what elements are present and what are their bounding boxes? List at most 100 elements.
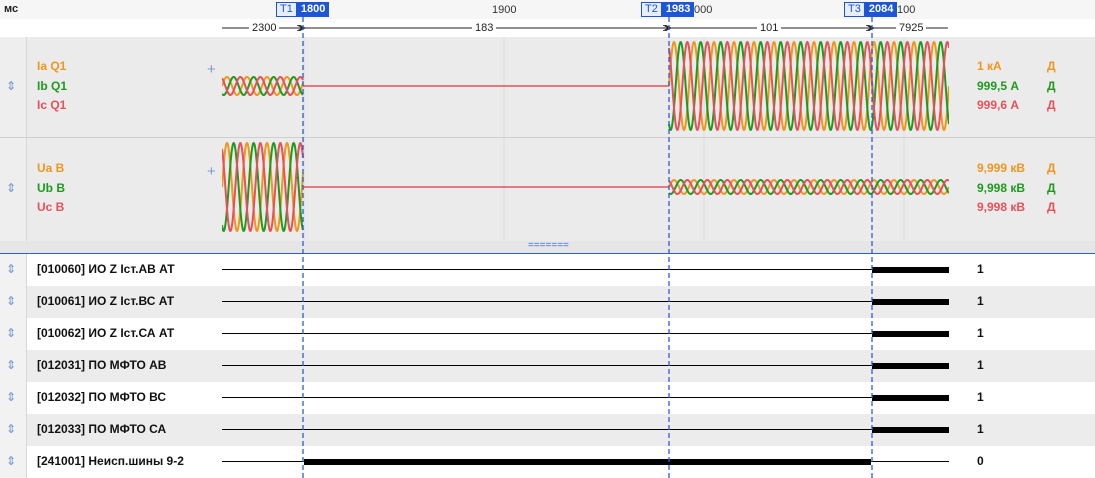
- digital-label: [010062] ИО Z Iст.СА АТ: [37, 326, 175, 340]
- channel-value: 9,998 кВ: [977, 200, 1026, 214]
- cursor-name: T2: [641, 2, 662, 17]
- channel-values: 1 кА 999,5 А 999,6 А: [977, 57, 1019, 116]
- digital-value: 1: [977, 326, 984, 340]
- expand-collapse-icon[interactable]: ⇕: [6, 326, 16, 340]
- cursor-name: T1: [276, 2, 297, 17]
- digital-value: 1: [977, 390, 984, 404]
- signal-baseline: [222, 397, 949, 398]
- expand-collapse-icon[interactable]: ⇕: [6, 294, 16, 308]
- panel-splitter[interactable]: =======: [0, 240, 1095, 255]
- time-ruler: мс 1900 000 100 T1 1800 T2 1983 T3 2084: [0, 0, 1095, 20]
- splitter-grip: =======: [528, 240, 569, 251]
- signal-baseline: [222, 333, 949, 334]
- interval-label: 7925: [896, 22, 927, 34]
- channel-flag: Д: [1047, 180, 1056, 195]
- row-handle[interactable]: ⇕: [0, 254, 27, 286]
- digital-label: [010061] ИО Z Iст.ВС АТ: [37, 294, 175, 308]
- digital-value: 1: [977, 294, 984, 308]
- waveform-plot-voltages[interactable]: [222, 138, 949, 241]
- digital-label: [010060] ИО Z Iст.АВ АТ: [37, 262, 175, 276]
- expand-collapse-icon[interactable]: ⇕: [6, 79, 16, 93]
- digital-label: [241001] Неисп.шины 9-2: [37, 454, 184, 468]
- digital-row[interactable]: ⇕ [010061] ИО Z Iст.ВС АТ 1: [0, 286, 1095, 319]
- channel-name: Ua B: [37, 161, 65, 175]
- row-handle[interactable]: ⇕: [0, 350, 27, 382]
- digital-label: [012032] ПО МФТО ВС: [37, 390, 167, 404]
- expand-collapse-icon[interactable]: ⇕: [6, 422, 16, 436]
- interval-label: 183: [472, 22, 497, 34]
- channel-names: Ua B Ub B Uc B: [37, 159, 65, 218]
- signal-baseline: [222, 301, 949, 302]
- plus-icon[interactable]: +: [207, 61, 216, 78]
- channel-names: Ia Q1 Ib Q1 Ic Q1: [37, 57, 67, 116]
- analog-panel-voltages: ⇕ Ua B Ub B Uc B + 9,999 кВ 9,998 кВ 9,9…: [0, 138, 1095, 242]
- signal-active-segment: [304, 459, 871, 465]
- signal-baseline: [222, 429, 949, 430]
- digital-row[interactable]: ⇕ [012031] ПО МФТО АВ 1: [0, 350, 1095, 383]
- cursor-value: 1983: [661, 2, 695, 17]
- expand-collapse-icon[interactable]: ⇕: [6, 181, 16, 195]
- channel-flag: Д: [1047, 78, 1056, 93]
- panel-handle[interactable]: ⇕: [0, 37, 27, 137]
- signal-baseline: [222, 269, 949, 270]
- digital-value: 1: [977, 422, 984, 436]
- time-unit: мс: [4, 3, 19, 15]
- row-handle[interactable]: ⇕: [0, 318, 27, 350]
- cursor-value: 1800: [296, 2, 330, 17]
- waveform-plot-currents[interactable]: [222, 37, 949, 137]
- panel-handle[interactable]: ⇕: [0, 138, 27, 241]
- signal-active-segment: [872, 267, 949, 273]
- interval-label: 101: [757, 22, 782, 34]
- row-handle[interactable]: ⇕: [0, 382, 27, 414]
- cursor-t2-label[interactable]: T2 1983: [641, 2, 695, 17]
- cursor-t3-label[interactable]: T3 2084: [844, 2, 898, 17]
- interval-arrows: [222, 19, 948, 37]
- digital-label: [012033] ПО МФТО СА: [37, 422, 167, 436]
- signal-active-segment: [872, 395, 949, 401]
- tick-label: 000: [694, 4, 713, 16]
- channel-flags: Д Д Д: [1047, 159, 1056, 218]
- channel-name: Ub B: [37, 180, 65, 195]
- digital-row[interactable]: ⇕ [012033] ПО МФТО СА 1: [0, 414, 1095, 447]
- cursor-value: 2084: [864, 2, 898, 17]
- tick-label: 100: [897, 4, 916, 16]
- cursor-name: T3: [844, 2, 865, 17]
- digital-row[interactable]: ⇕ [010062] ИО Z Iст.СА АТ 1: [0, 318, 1095, 351]
- cursor-t1-label[interactable]: T1 1800: [276, 2, 330, 17]
- expand-collapse-icon[interactable]: ⇕: [6, 262, 16, 276]
- channel-name: Ib Q1: [37, 78, 68, 93]
- channel-name: Ic Q1: [37, 98, 67, 112]
- digital-row[interactable]: ⇕ [012032] ПО МФТО ВС 1: [0, 382, 1095, 415]
- channel-flag: Д: [1047, 161, 1056, 175]
- channel-value: 999,5 А: [977, 78, 1020, 93]
- channel-flag: Д: [1047, 200, 1056, 214]
- channel-value: 999,6 А: [977, 98, 1020, 112]
- channel-values: 9,999 кВ 9,998 кВ 9,998 кВ: [977, 159, 1025, 218]
- row-handle[interactable]: ⇕: [0, 446, 27, 478]
- channel-flag: Д: [1047, 98, 1056, 112]
- channel-value: 9,999 кВ: [977, 161, 1026, 175]
- signal-active-segment: [872, 427, 949, 433]
- signal-active-segment: [872, 363, 949, 369]
- digital-value: 1: [977, 358, 984, 372]
- digital-row[interactable]: ⇕ [241001] Неисп.шины 9-2 0: [0, 446, 1095, 478]
- analog-panel-currents: ⇕ Ia Q1 Ib Q1 Ic Q1 + 1 кА 999,5 А 999,6…: [0, 37, 1095, 138]
- digital-label: [012031] ПО МФТО АВ: [37, 358, 167, 372]
- channel-flag: Д: [1047, 59, 1056, 73]
- expand-collapse-icon[interactable]: ⇕: [6, 390, 16, 404]
- row-handle[interactable]: ⇕: [0, 414, 27, 446]
- tick-label: 1900: [492, 4, 517, 16]
- plus-icon[interactable]: +: [207, 163, 216, 180]
- digital-value: 0: [977, 454, 984, 468]
- digital-value: 1: [977, 262, 984, 276]
- interval-label: 2300: [249, 22, 280, 34]
- channel-name: Ia Q1: [37, 59, 67, 73]
- signal-active-segment: [872, 299, 949, 305]
- channel-value: 1 кА: [977, 59, 1002, 73]
- expand-collapse-icon[interactable]: ⇕: [6, 358, 16, 372]
- digital-row[interactable]: ⇕ [010060] ИО Z Iст.АВ АТ 1: [0, 254, 1095, 287]
- expand-collapse-icon[interactable]: ⇕: [6, 454, 16, 468]
- row-handle[interactable]: ⇕: [0, 286, 27, 318]
- channel-name: Uc B: [37, 200, 65, 214]
- signal-active-segment: [872, 331, 949, 337]
